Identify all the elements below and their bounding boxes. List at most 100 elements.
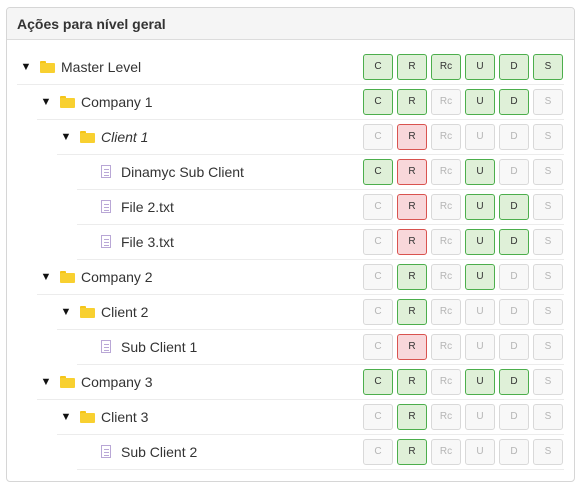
tree-node-label[interactable]: Company 2 — [81, 269, 153, 285]
expand-toggle-icon[interactable]: ▼ — [20, 61, 32, 73]
expand-toggle-icon[interactable]: ▼ — [40, 376, 52, 388]
permission-toggle-c[interactable]: C — [363, 404, 393, 430]
folder-icon — [80, 306, 95, 318]
tree-node-label[interactable]: File 3.txt — [121, 234, 174, 250]
permission-toggle-rc[interactable]: Rc — [431, 404, 461, 430]
permission-toggle-d[interactable]: D — [499, 439, 529, 465]
permission-toggle-c[interactable]: C — [363, 89, 393, 115]
permission-toggle-d[interactable]: D — [499, 89, 529, 115]
file-icon — [101, 340, 111, 353]
panel-title: Ações para nível geral — [7, 8, 574, 40]
permission-toggle-u[interactable]: U — [465, 369, 495, 395]
permission-toggle-u[interactable]: U — [465, 334, 495, 360]
permission-toggle-d[interactable]: D — [499, 404, 529, 430]
permission-toggle-u[interactable]: U — [465, 54, 495, 80]
file-icon — [101, 200, 111, 213]
permission-toggle-u[interactable]: U — [465, 159, 495, 185]
permission-toggle-u[interactable]: U — [465, 124, 495, 150]
permission-toggle-d[interactable]: D — [499, 54, 529, 80]
permission-toggle-c[interactable]: C — [363, 334, 393, 360]
permission-toggle-c[interactable]: C — [363, 299, 393, 325]
permission-toggle-d[interactable]: D — [499, 194, 529, 220]
tree-node-label[interactable]: Dinamyc Sub Client — [121, 164, 244, 180]
permission-toggle-s[interactable]: S — [533, 404, 563, 430]
permission-toggle-u[interactable]: U — [465, 194, 495, 220]
permission-toggle-s[interactable]: S — [533, 334, 563, 360]
permission-toggle-c[interactable]: C — [363, 369, 393, 395]
tree-row: ▼ Client 1 C R Rc U D S — [7, 120, 574, 155]
permission-toggle-c[interactable]: C — [363, 229, 393, 255]
permission-toggle-s[interactable]: S — [533, 229, 563, 255]
tree-node-label[interactable]: Sub Client 1 — [121, 339, 197, 355]
permission-toggle-d[interactable]: D — [499, 334, 529, 360]
tree-row: ▼ Client 3 C R Rc U D S — [7, 400, 574, 435]
permission-toggle-u[interactable]: U — [465, 229, 495, 255]
permission-toggle-c[interactable]: C — [363, 194, 393, 220]
expand-toggle-icon[interactable]: ▼ — [60, 411, 72, 423]
permission-toggle-u[interactable]: U — [465, 264, 495, 290]
permission-toggle-rc[interactable]: Rc — [431, 54, 461, 80]
permission-toggle-rc[interactable]: Rc — [431, 89, 461, 115]
permission-toggle-s[interactable]: S — [533, 264, 563, 290]
tree-node-label[interactable]: Master Level — [61, 59, 141, 75]
expand-toggle-icon[interactable]: ▼ — [60, 306, 72, 318]
permission-toggle-s[interactable]: S — [533, 439, 563, 465]
tree-node-label[interactable]: Client 2 — [101, 304, 148, 320]
permission-toggle-r[interactable]: R — [397, 229, 427, 255]
permission-toggle-r[interactable]: R — [397, 89, 427, 115]
tree-row: ▼ Company 2 C R Rc U D S — [7, 260, 574, 295]
permission-toggle-c[interactable]: C — [363, 124, 393, 150]
permission-toggle-d[interactable]: D — [499, 264, 529, 290]
permission-toggle-s[interactable]: S — [533, 54, 563, 80]
permission-toggle-c[interactable]: C — [363, 264, 393, 290]
permission-toggle-rc[interactable]: Rc — [431, 299, 461, 325]
permission-toggle-r[interactable]: R — [397, 334, 427, 360]
expand-toggle-icon[interactable]: ▼ — [40, 271, 52, 283]
permission-toggle-r[interactable]: R — [397, 159, 427, 185]
expand-toggle-icon[interactable]: ▼ — [60, 131, 72, 143]
permission-toggle-c[interactable]: C — [363, 54, 393, 80]
permission-toggle-r[interactable]: R — [397, 439, 427, 465]
expand-toggle-icon[interactable]: ▼ — [40, 96, 52, 108]
tree-node-label[interactable]: Company 1 — [81, 94, 153, 110]
permission-toggle-s[interactable]: S — [533, 89, 563, 115]
tree-row: File 2.txt C R Rc U D S — [7, 190, 574, 225]
permission-toggle-s[interactable]: S — [533, 194, 563, 220]
permission-toggle-u[interactable]: U — [465, 299, 495, 325]
permission-toggle-u[interactable]: U — [465, 404, 495, 430]
permission-toggle-s[interactable]: S — [533, 159, 563, 185]
tree-node-label[interactable]: Company 3 — [81, 374, 153, 390]
tree-node-label[interactable]: Client 1 — [101, 129, 148, 145]
permission-toggle-rc[interactable]: Rc — [431, 159, 461, 185]
permission-toggle-d[interactable]: D — [499, 299, 529, 325]
permission-toggle-rc[interactable]: Rc — [431, 264, 461, 290]
permission-toggle-rc[interactable]: Rc — [431, 229, 461, 255]
permission-toggle-r[interactable]: R — [397, 369, 427, 395]
permission-toggle-r[interactable]: R — [397, 124, 427, 150]
permission-toggle-rc[interactable]: Rc — [431, 334, 461, 360]
tree-node-label[interactable]: Client 3 — [101, 409, 148, 425]
permission-toggle-r[interactable]: R — [397, 264, 427, 290]
tree-node-label[interactable]: Sub Client 2 — [121, 444, 197, 460]
permission-toggle-d[interactable]: D — [499, 369, 529, 395]
permission-toggle-r[interactable]: R — [397, 404, 427, 430]
permission-toggle-rc[interactable]: Rc — [431, 194, 461, 220]
permission-toggle-s[interactable]: S — [533, 124, 563, 150]
permission-toggle-s[interactable]: S — [533, 369, 563, 395]
permission-toggle-rc[interactable]: Rc — [431, 369, 461, 395]
permission-toggle-c[interactable]: C — [363, 159, 393, 185]
permission-toggle-c[interactable]: C — [363, 439, 393, 465]
permission-toggle-u[interactable]: U — [465, 89, 495, 115]
permission-toggle-u[interactable]: U — [465, 439, 495, 465]
tree-row: ▼ Company 1 C R Rc U D S — [7, 85, 574, 120]
permission-toggle-d[interactable]: D — [499, 229, 529, 255]
permission-toggle-rc[interactable]: Rc — [431, 124, 461, 150]
permission-toggle-rc[interactable]: Rc — [431, 439, 461, 465]
permission-toggle-d[interactable]: D — [499, 124, 529, 150]
permission-toggle-d[interactable]: D — [499, 159, 529, 185]
permission-toggle-r[interactable]: R — [397, 54, 427, 80]
permission-toggle-s[interactable]: S — [533, 299, 563, 325]
permission-toggle-r[interactable]: R — [397, 194, 427, 220]
permission-toggle-r[interactable]: R — [397, 299, 427, 325]
tree-node-label[interactable]: File 2.txt — [121, 199, 174, 215]
